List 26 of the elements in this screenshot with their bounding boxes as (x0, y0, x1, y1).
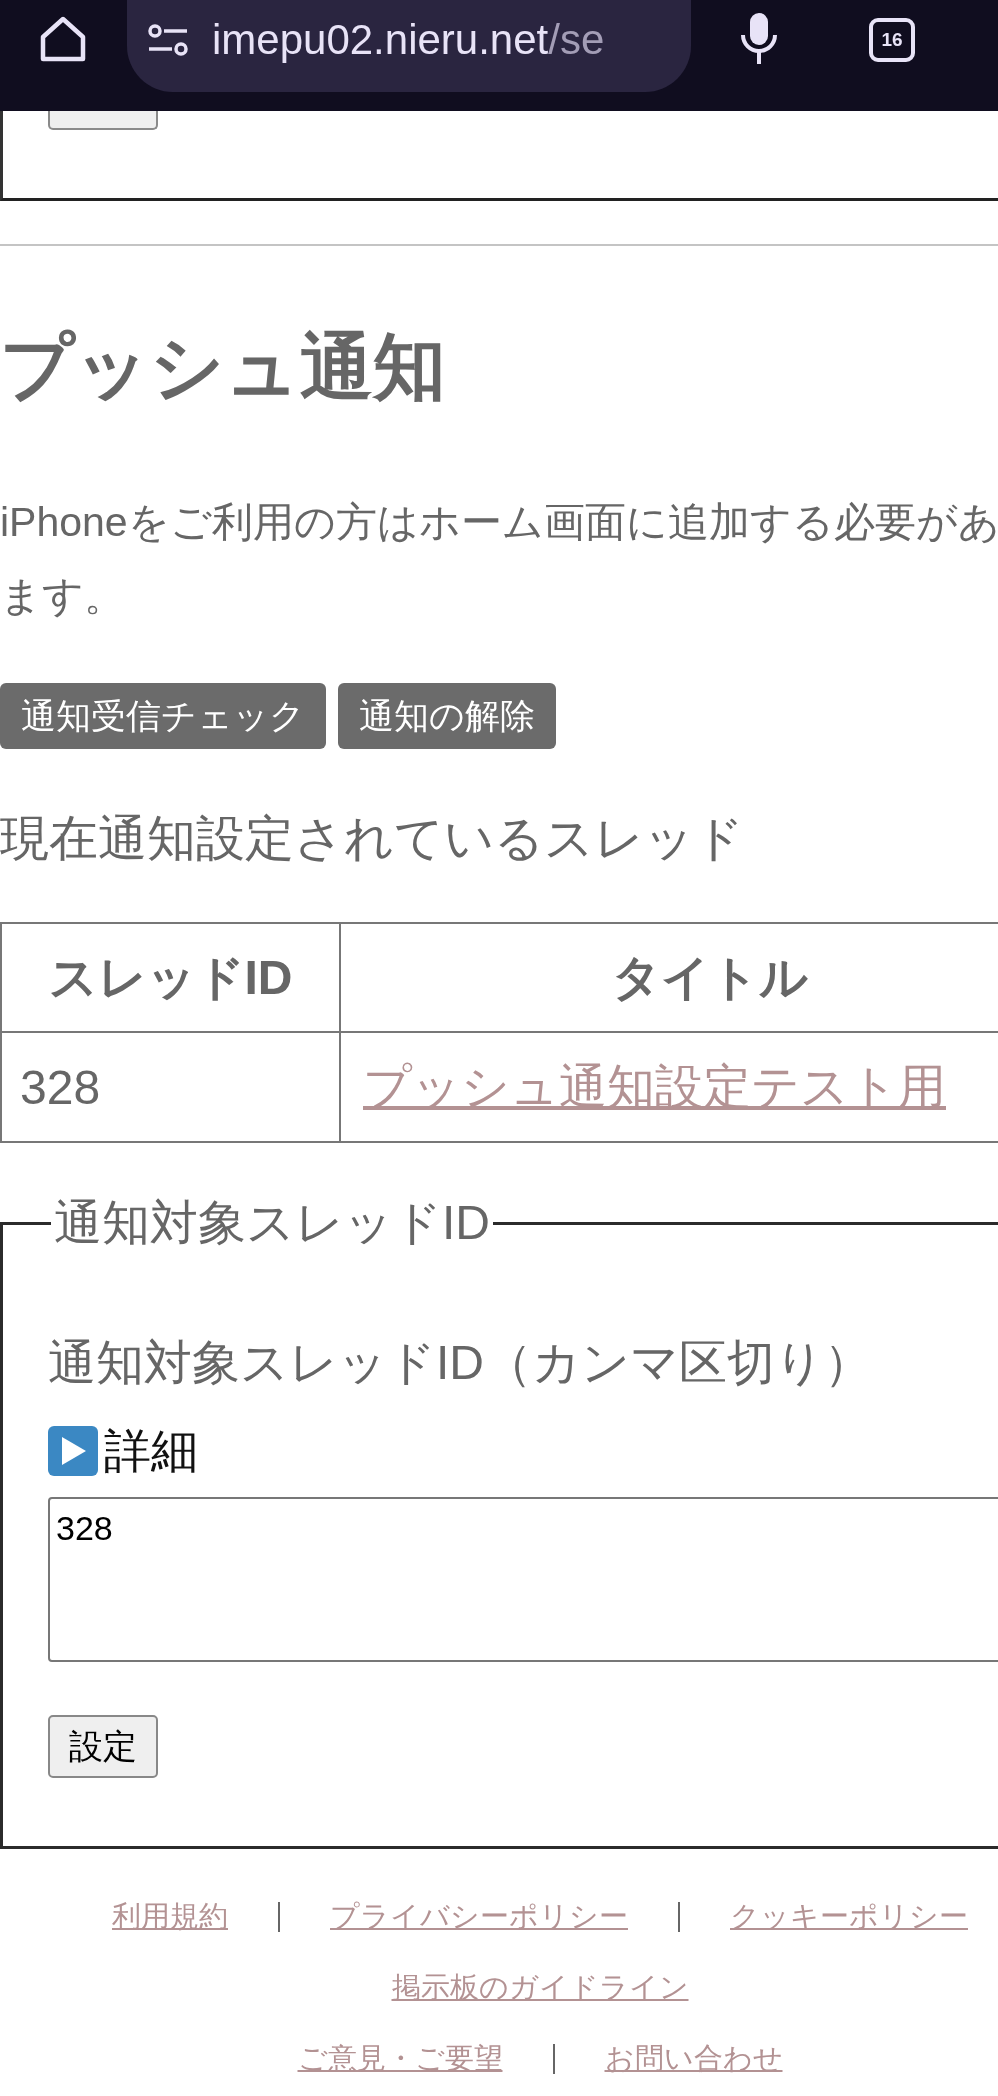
section-heading: 現在通知設定されているスレッド (0, 810, 745, 867)
note-text: iPhoneをご利用の方はホーム画面に追加する必要があ ます。 (0, 498, 998, 621)
page-heading: プッシュ通知 (0, 325, 447, 409)
address-bar[interactable]: imepu02.nieru.net/se (127, 0, 691, 92)
column-header: スレッドID (1, 923, 340, 1032)
details-toggle[interactable]: 詳細 (48, 1422, 198, 1480)
sliders-icon[interactable] (148, 24, 188, 56)
home-icon[interactable] (39, 15, 87, 63)
footer-link[interactable]: 利用規約 (112, 1896, 228, 1937)
footer-link[interactable]: ご意見・ご要望 (297, 2038, 503, 2079)
table-cell: 328 (1, 1032, 340, 1142)
tab-count-button[interactable]: 16 (869, 18, 915, 62)
footer-link[interactable]: クッキーポリシー (730, 1896, 968, 1937)
cut-off-button[interactable] (48, 111, 158, 130)
mic-icon[interactable] (740, 13, 778, 64)
footer-link[interactable]: お問い合わせ (604, 2038, 783, 2079)
submit-button[interactable]: 設定 (48, 1715, 158, 1778)
field-label: 通知対象スレッドID（カンマ区切り） (48, 1335, 873, 1391)
column-header: タイトル (340, 923, 998, 1032)
thread-link[interactable]: プッシュ通知設定テスト用 (363, 1060, 946, 1113)
action-button[interactable]: 通知受信チェック (0, 683, 326, 749)
action-button[interactable]: 通知の解除 (338, 683, 556, 749)
thread-id-input[interactable]: 328 (48, 1497, 998, 1662)
footer-link[interactable]: プライバシーポリシー (330, 1896, 628, 1937)
footer-link[interactable]: 掲示板のガイドライン (391, 1967, 689, 2008)
panel-legend: 通知対象スレッドID (51, 1194, 493, 1252)
